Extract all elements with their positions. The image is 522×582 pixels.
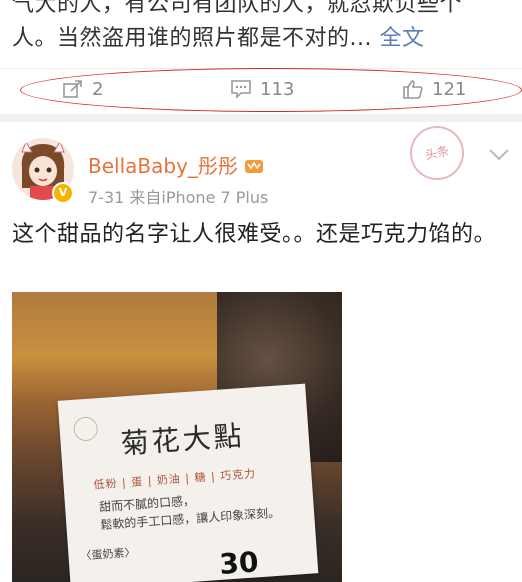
post-meta: 7-31 来自iPhone 7 Plus: [88, 184, 268, 208]
sign-product-name: 菊花大點: [119, 418, 246, 461]
previous-post-text-line1: 气大的人，有公司有团队的人，就忍欺负些个: [12, 0, 463, 17]
comment-icon: [231, 80, 251, 99]
comment-button[interactable]: 113: [230, 75, 294, 103]
sign-description: 甜而不膩的口感， 鬆軟的手工口感，讓人印象深刻。: [99, 484, 301, 534]
post-source[interactable]: 来自iPhone 7 Plus: [129, 188, 268, 207]
post-photo[interactable]: 菊花大點 低粉 | 蛋 | 奶油 | 糖 | 巧克力 甜而不膩的口感， 鬆軟的手…: [12, 292, 342, 582]
headline-stamp: 头条: [404, 120, 470, 186]
post-date: 7-31: [88, 188, 125, 207]
chevron-down-icon[interactable]: [488, 148, 510, 162]
username[interactable]: BellaBaby_彤彤: [88, 150, 238, 179]
like-button[interactable]: 121: [402, 75, 466, 103]
thumbs-up-icon: [403, 80, 423, 99]
repost-count: 2: [92, 78, 104, 100]
comment-count: 113: [260, 78, 295, 100]
headline-stamp-text: 头条: [423, 143, 451, 163]
action-bar: 2 113 121: [0, 68, 522, 109]
sign-tag: 〈蛋奶素〉: [80, 545, 136, 563]
repost-icon: [63, 80, 82, 98]
shop-logo-icon: [72, 416, 99, 442]
previous-post-text-line2: 人。当然盗用谁的照片都是不对的...: [12, 26, 372, 51]
vip-crown-icon: [244, 159, 263, 173]
full-text-link[interactable]: 全文: [379, 26, 424, 51]
previous-post-text: 气大的人，有公司有团队的人，就忍欺负些个 人。当然盗用谁的照片都是不对的... …: [12, 0, 512, 56]
like-count: 121: [432, 78, 467, 100]
verified-badge-icon: V: [52, 182, 74, 204]
price-sign: 菊花大點 低粉 | 蛋 | 奶油 | 糖 | 巧克力 甜而不膩的口感， 鬆軟的手…: [57, 383, 319, 582]
previous-post-card: 气大的人，有公司有团队的人，就忍欺负些个 人。当然盗用谁的照片都是不对的... …: [0, 0, 522, 114]
post-body: 这个甜品的名字让人很难受。。还是巧克力馅的。: [12, 222, 497, 247]
post-card: V BellaBaby_彤彤 7-31 来自iPhone 7 Plus 头条 这…: [0, 120, 522, 582]
username-row[interactable]: BellaBaby_彤彤: [88, 150, 264, 179]
sign-price: 30: [218, 545, 260, 581]
repost-button[interactable]: 2: [62, 75, 103, 103]
